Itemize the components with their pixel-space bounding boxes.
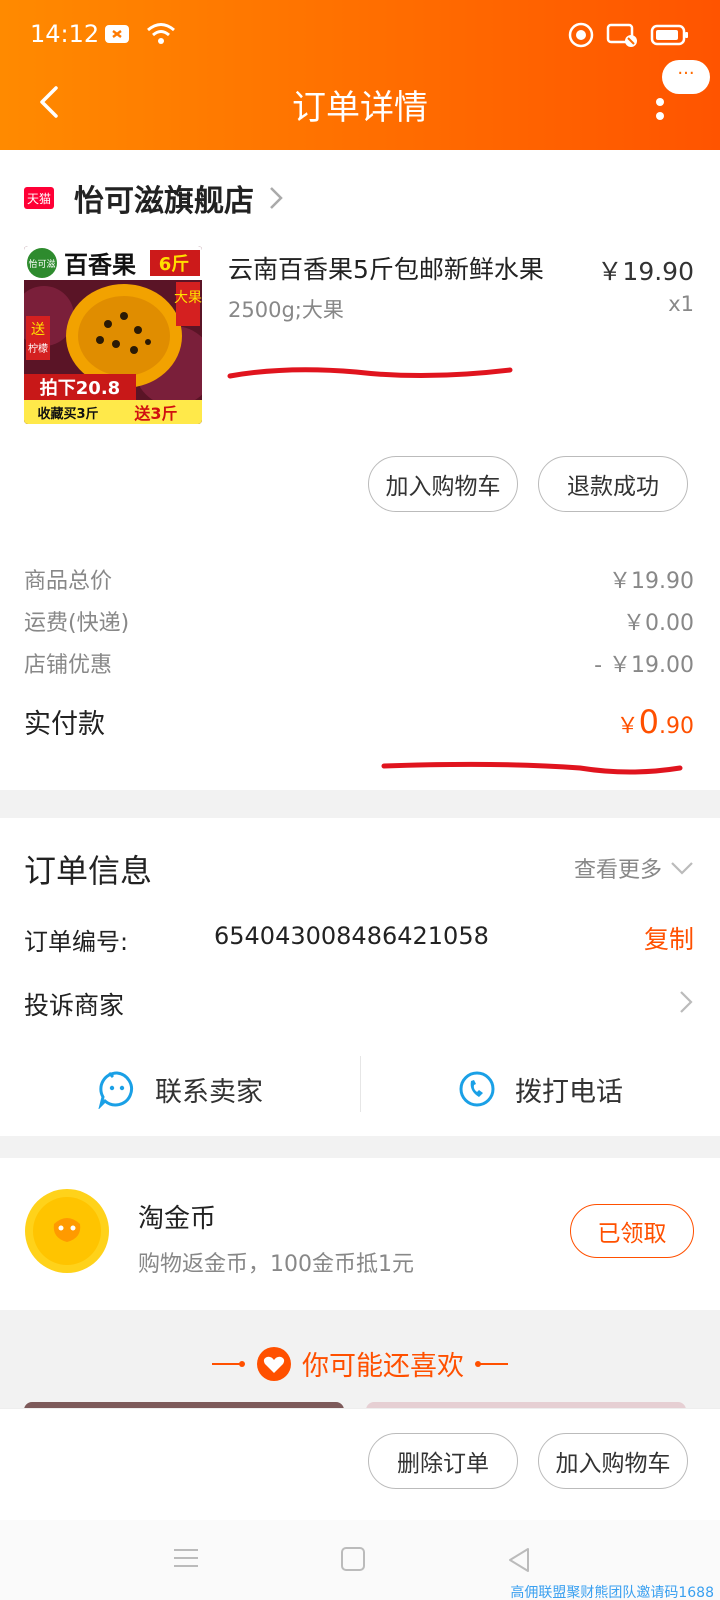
delete-order-button[interactable]: 删除订单 (368, 1433, 518, 1489)
refund-status-button[interactable]: 退款成功 (538, 456, 688, 512)
coins-title: 淘金币 (138, 1204, 217, 1234)
order-number-label: 订单编号: (24, 928, 129, 956)
copy-order-number-button[interactable]: 复制 (644, 920, 694, 956)
contact-seller-label: 联系卖家 (155, 1076, 263, 1108)
order-info-card: 订单信息 查看更多 订单编号: 6540430084864210​58 复制 投… (0, 818, 720, 1136)
store-discount-value: - ￥19.00 (594, 653, 694, 678)
shipping-row: 运费(快递) ￥0.00 (24, 605, 694, 637)
image-send: 送3斤 (133, 404, 177, 423)
store-link[interactable]: 天猫 怡可滋旗舰店 (24, 176, 284, 220)
red-underline-annotation-paid (381, 761, 683, 775)
status-time: 14:12 (30, 20, 100, 48)
cast-off-icon (606, 23, 637, 47)
recommend-title: 你可能还喜欢 (302, 1351, 464, 1382)
contact-seller-button[interactable]: 联系卖家 (0, 1054, 360, 1124)
product-title[interactable]: 云南百香果5斤包邮新鲜水果 (228, 250, 544, 286)
chat-face-icon (98, 1071, 133, 1109)
call-phone-button[interactable]: 拨打电话 (360, 1054, 720, 1124)
add-to-cart-button[interactable]: 加入购物车 (368, 456, 518, 512)
order-number: 6540430084864210​58 (214, 922, 489, 950)
image-brand: 怡可滋 (28, 258, 55, 270)
taobao-coins-card: 淘金币 购物返金币，100金币抵1元 已领取 (0, 1158, 720, 1310)
chevron-down-icon (671, 862, 693, 875)
product-quantity: x1 (668, 292, 694, 316)
chevron-right-icon (680, 991, 693, 1013)
wifi-icon (147, 23, 175, 44)
chevron-right-icon (270, 187, 283, 209)
complain-seller-link[interactable]: 投诉商家 (24, 986, 124, 1022)
battery-icon (650, 24, 688, 46)
contact-divider (360, 1056, 361, 1112)
coins-claimed-button[interactable]: 已领取 (570, 1204, 694, 1258)
product-image[interactable]: 怡可滋 百香果 6斤 大果 送 柠檬 拍下20.8 收藏买3斤 送3斤 (24, 246, 202, 424)
store-discount-row: 店铺优惠 - ￥19.00 (24, 647, 694, 679)
image-promo: 拍下20.8 (40, 377, 120, 399)
status-icons-right (568, 22, 690, 48)
call-phone-label: 拨打电话 (515, 1076, 623, 1108)
paid-decimal: .90 (659, 714, 694, 739)
shipping-value: ￥0.00 (623, 611, 694, 636)
menu-icon[interactable] (172, 1546, 200, 1570)
watermark: 高佣联盟聚财熊团队邀请码1688 (510, 1585, 714, 1600)
red-underline-annotation (227, 367, 513, 379)
order-detail-page: 14:12 订单详情 ··· 天猫 怡可滋旗舰店 怡可滋 百香果 6斤 大果 送… (0, 0, 720, 1600)
store-name: 怡可滋旗舰店 (74, 184, 254, 219)
bottom-action-bar: 删除订单 加入购物车 (0, 1408, 720, 1520)
message-bubble[interactable]: ··· (662, 60, 710, 94)
paid-integer: 0 (638, 703, 659, 741)
record-icon (568, 22, 594, 48)
recommend-header: 你可能还喜欢 (0, 1344, 720, 1383)
notification-icon (105, 25, 129, 43)
page-title: 订单详情 (292, 88, 428, 128)
paid-row: 实付款 ￥0.90 (24, 702, 694, 741)
heart-icon (257, 1346, 291, 1381)
status-icons-left (104, 22, 176, 46)
view-more-label: 查看更多 (573, 858, 662, 883)
subtotal-label: 商品总价 (24, 569, 113, 594)
bottom-add-to-cart-button[interactable]: 加入购物车 (538, 1433, 688, 1489)
paid-amount: ￥0.90 (617, 703, 694, 741)
shipping-label: 运费(快递) (24, 611, 130, 636)
home-square-icon[interactable] (340, 1546, 366, 1572)
image-gift-item: 柠檬 (28, 342, 48, 355)
subtotal-row: 商品总价 ￥19.90 (24, 563, 694, 595)
view-more-link[interactable]: 查看更多 (574, 852, 694, 884)
order-info-title: 订单信息 (24, 852, 153, 890)
gold-coin-icon (25, 1189, 109, 1273)
image-big: 大果 (174, 290, 202, 306)
decor-line-left-icon (212, 1360, 245, 1367)
image-collect: 收藏买3斤 (37, 406, 98, 422)
passion-fruit-image: 怡可滋 百香果 6斤 大果 送 柠檬 拍下20.8 收藏买3斤 送3斤 (24, 246, 202, 424)
paid-currency: ￥ (616, 714, 639, 739)
decor-line-right-icon (475, 1360, 508, 1367)
back-triangle-icon[interactable] (506, 1546, 532, 1574)
product-spec: 2500g;大果 (228, 298, 344, 322)
image-weight: 6斤 (159, 254, 190, 275)
coins-subtitle: 购物返金币，100金币抵1元 (138, 1252, 414, 1277)
image-name: 百香果 (64, 251, 136, 279)
phone-icon (459, 1071, 495, 1107)
store-card: 天猫 怡可滋旗舰店 怡可滋 百香果 6斤 大果 送 柠檬 拍下20.8 收藏买3… (0, 150, 720, 790)
tmall-badge: 天猫 (24, 187, 54, 209)
header: 14:12 订单详情 ··· (0, 0, 720, 150)
subtotal-value: ￥19.90 (609, 569, 694, 594)
store-discount-label: 店铺优惠 (24, 653, 113, 678)
paid-label: 实付款 (24, 709, 105, 740)
status-bar: 14:12 (0, 0, 720, 70)
image-gift: 送 (31, 322, 45, 338)
product-price: ￥19.90 (597, 257, 694, 286)
